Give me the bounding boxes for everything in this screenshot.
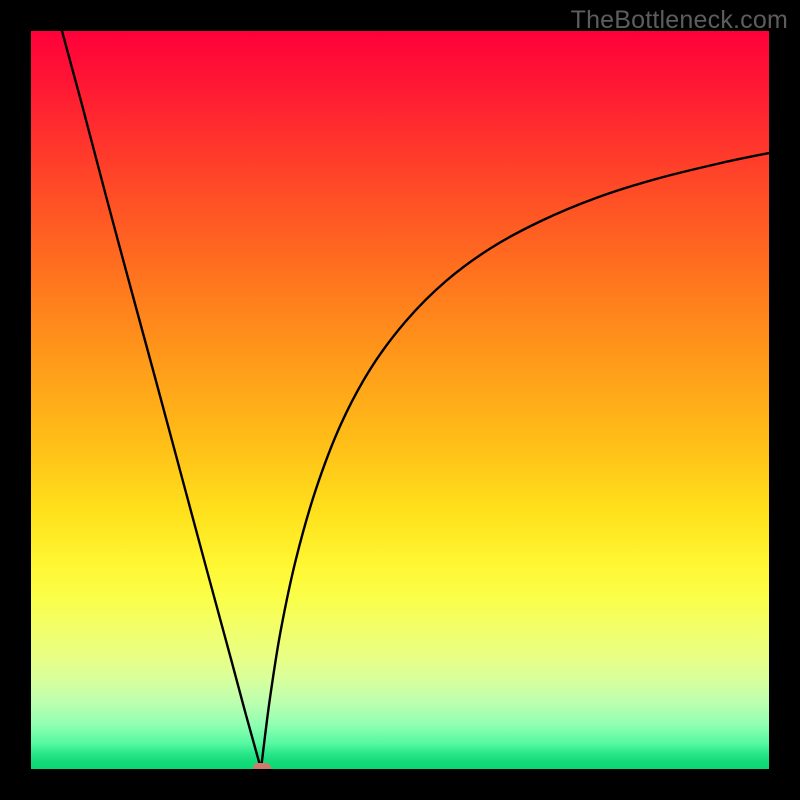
minimum-marker: [253, 763, 271, 769]
chart-frame: TheBottleneck.com: [0, 0, 800, 800]
watermark-text: TheBottleneck.com: [571, 6, 788, 35]
plot-area: [31, 31, 769, 769]
bottleneck-curve: [31, 31, 769, 769]
curve-right-branch: [261, 153, 769, 769]
curve-left-branch: [62, 31, 261, 769]
